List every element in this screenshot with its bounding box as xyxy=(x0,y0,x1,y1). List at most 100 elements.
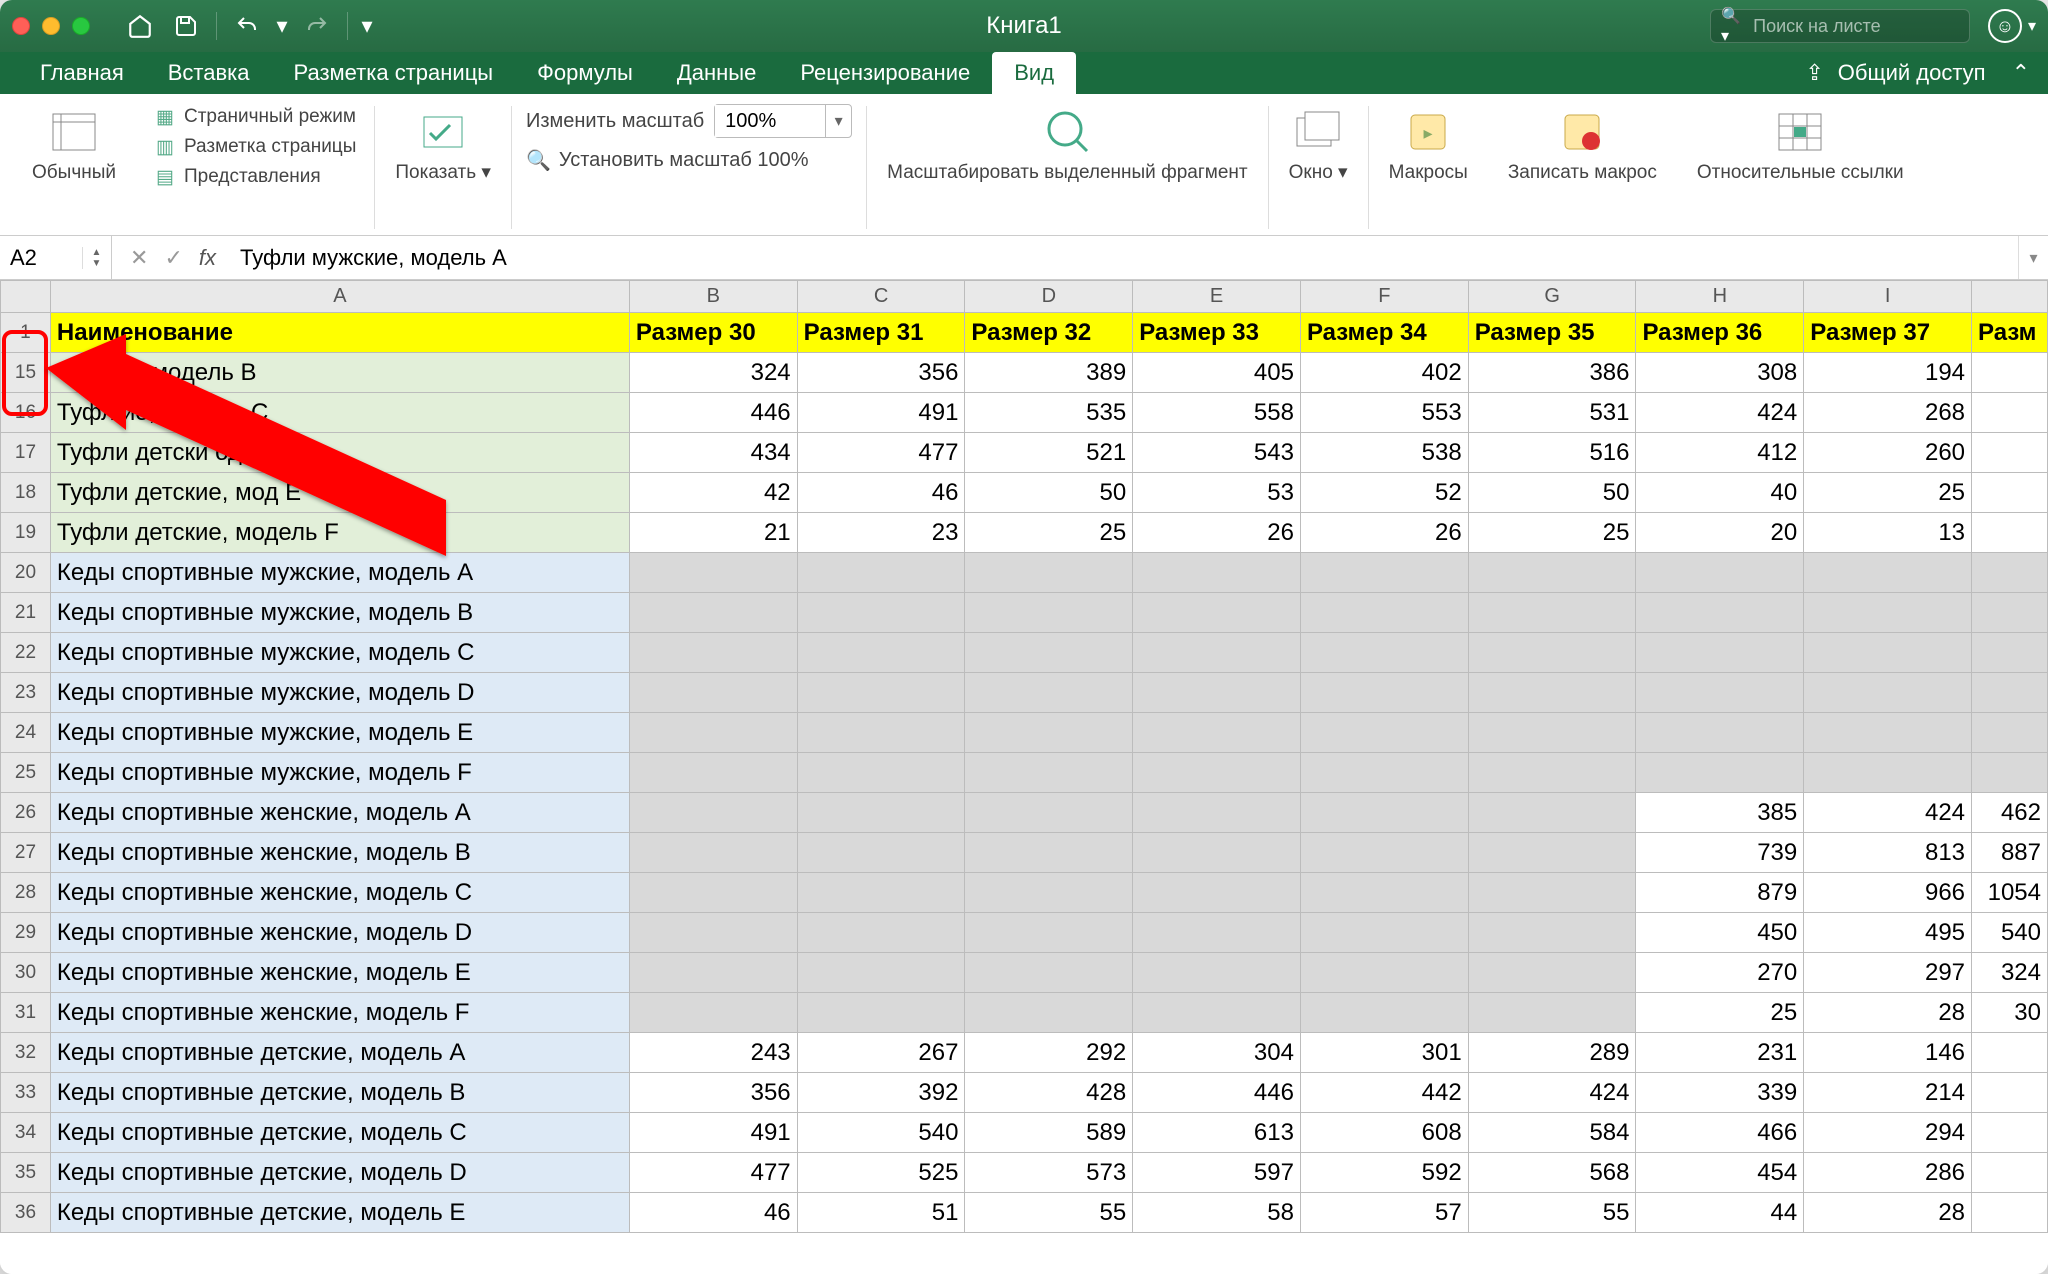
cell[interactable]: Размер 33 xyxy=(1133,313,1301,353)
cell[interactable]: 491 xyxy=(797,393,965,433)
column-header[interactable]: C xyxy=(797,281,965,313)
namebox-up-icon[interactable]: ▲ xyxy=(83,247,110,258)
cell[interactable] xyxy=(1804,593,1972,633)
cell[interactable]: 389 xyxy=(965,353,1133,393)
cell[interactable]: 543 xyxy=(1133,433,1301,473)
cell[interactable]: 30 xyxy=(1972,993,2048,1033)
select-all-corner[interactable] xyxy=(1,281,51,313)
cell[interactable]: Ту ские, модель B xyxy=(50,353,629,393)
window-button[interactable]: Окно ▾ xyxy=(1283,104,1354,186)
cell[interactable] xyxy=(1133,913,1301,953)
cell[interactable] xyxy=(1300,593,1468,633)
cell[interactable] xyxy=(1133,593,1301,633)
spreadsheet-grid[interactable]: ABCDEFGHI1НаименованиеРазмер 30Размер 31… xyxy=(0,280,2048,1274)
tab-вид[interactable]: Вид xyxy=(992,52,1076,94)
cell[interactable] xyxy=(1972,513,2048,553)
cell[interactable]: 44 xyxy=(1636,1193,1804,1233)
row-header[interactable]: 31 xyxy=(1,993,51,1033)
cell[interactable] xyxy=(1972,713,2048,753)
cell[interactable]: Кеды спортивные детские, модель B xyxy=(50,1073,629,1113)
cell[interactable] xyxy=(1804,633,1972,673)
cell[interactable]: 339 xyxy=(1636,1073,1804,1113)
cell[interactable]: Размер 30 xyxy=(629,313,797,353)
row-header[interactable]: 22 xyxy=(1,633,51,673)
cell[interactable]: 292 xyxy=(965,1033,1133,1073)
accept-formula-icon[interactable]: ✓ xyxy=(164,245,182,271)
cell[interactable] xyxy=(1972,1033,2048,1073)
tab-формулы[interactable]: Формулы xyxy=(515,52,655,94)
cell[interactable] xyxy=(1133,713,1301,753)
cell[interactable]: Кеды спортивные детские, модель D xyxy=(50,1153,629,1193)
cell[interactable] xyxy=(1972,593,2048,633)
cell[interactable]: Кеды спортивные детские, модель C xyxy=(50,1113,629,1153)
row-header[interactable]: 30 xyxy=(1,953,51,993)
cell[interactable] xyxy=(797,953,965,993)
cell[interactable] xyxy=(629,673,797,713)
cell[interactable]: 28 xyxy=(1804,993,1972,1033)
cell[interactable]: 386 xyxy=(1468,353,1636,393)
cell[interactable]: 428 xyxy=(965,1073,1133,1113)
cell[interactable] xyxy=(1972,1193,2048,1233)
cell[interactable]: Размер 34 xyxy=(1300,313,1468,353)
cell[interactable] xyxy=(1468,913,1636,953)
cell[interactable] xyxy=(1133,833,1301,873)
cell[interactable] xyxy=(797,593,965,633)
cell[interactable]: 589 xyxy=(965,1113,1133,1153)
cell[interactable] xyxy=(1972,553,2048,593)
row-header[interactable]: 24 xyxy=(1,713,51,753)
cell[interactable]: 553 xyxy=(1300,393,1468,433)
cell[interactable]: 55 xyxy=(965,1193,1133,1233)
cell[interactable] xyxy=(1300,873,1468,913)
cell[interactable]: 1054 xyxy=(1972,873,2048,913)
name-box-input[interactable] xyxy=(0,245,82,271)
cell[interactable]: 231 xyxy=(1636,1033,1804,1073)
cell[interactable]: 462 xyxy=(1972,793,2048,833)
undo-dropdown-icon[interactable]: ▾ xyxy=(273,8,291,44)
cell[interactable]: 260 xyxy=(1804,433,1972,473)
feedback-dropdown-icon[interactable]: ▾ xyxy=(2028,16,2036,36)
cell[interactable] xyxy=(965,873,1133,913)
zoom-to-selection-button[interactable]: Масштабировать выделенный фрагмент xyxy=(881,104,1253,186)
tab-вставка[interactable]: Вставка xyxy=(146,52,272,94)
feedback-icon[interactable]: ☺ xyxy=(1988,9,2022,43)
cell[interactable]: 301 xyxy=(1300,1033,1468,1073)
minimize-window-button[interactable] xyxy=(42,17,60,35)
cell[interactable]: 214 xyxy=(1804,1073,1972,1113)
row-header[interactable]: 17 xyxy=(1,433,51,473)
cell[interactable] xyxy=(1468,753,1636,793)
cell[interactable]: 25 xyxy=(1468,513,1636,553)
cell[interactable]: 402 xyxy=(1300,353,1468,393)
cell[interactable] xyxy=(1300,753,1468,793)
cell[interactable] xyxy=(1972,353,2048,393)
redo-icon[interactable] xyxy=(297,8,337,44)
cell[interactable]: Кеды спортивные женские, модель D xyxy=(50,913,629,953)
cell[interactable]: Кеды спортивные женские, модель A xyxy=(50,793,629,833)
cell[interactable] xyxy=(1133,793,1301,833)
cell[interactable]: 613 xyxy=(1133,1113,1301,1153)
namebox-down-icon[interactable]: ▼ xyxy=(83,258,110,269)
name-box[interactable]: ▲▼ xyxy=(0,236,112,279)
cell[interactable] xyxy=(1468,673,1636,713)
cell[interactable]: 405 xyxy=(1133,353,1301,393)
cell[interactable]: 25 xyxy=(1804,473,1972,513)
cell[interactable]: 385 xyxy=(1636,793,1804,833)
cell[interactable] xyxy=(1468,953,1636,993)
cell[interactable] xyxy=(1300,633,1468,673)
cell[interactable] xyxy=(1804,553,1972,593)
cell[interactable]: 540 xyxy=(797,1113,965,1153)
cell[interactable] xyxy=(965,713,1133,753)
cell[interactable]: 813 xyxy=(1804,833,1972,873)
cell[interactable]: 304 xyxy=(1133,1033,1301,1073)
cell[interactable]: 446 xyxy=(629,393,797,433)
cell[interactable]: 521 xyxy=(965,433,1133,473)
close-window-button[interactable] xyxy=(12,17,30,35)
zoom-dropdown-icon[interactable]: ▾ xyxy=(825,105,851,137)
cell[interactable]: 40 xyxy=(1636,473,1804,513)
cell[interactable]: Размер 32 xyxy=(965,313,1133,353)
cell[interactable]: 270 xyxy=(1636,953,1804,993)
cell[interactable]: 879 xyxy=(1636,873,1804,913)
cell[interactable] xyxy=(1636,553,1804,593)
share-button[interactable]: Общий доступ xyxy=(1838,60,1986,86)
cell[interactable]: Кеды спортивные мужские, модель B xyxy=(50,593,629,633)
row-header[interactable]: 28 xyxy=(1,873,51,913)
